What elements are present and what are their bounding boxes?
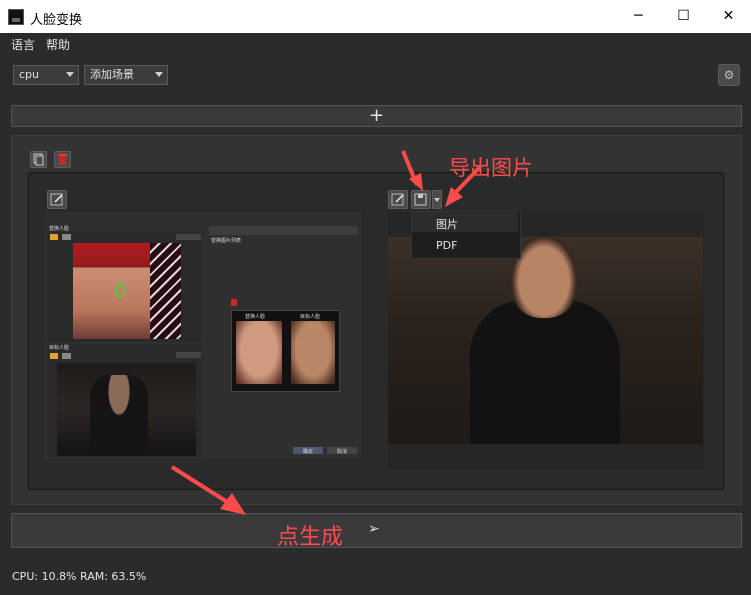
export-menu-selected (412, 212, 518, 232)
ram-usage: RAM: 63.5% (80, 570, 147, 583)
camera-icon (62, 234, 71, 240)
mini-select (176, 352, 201, 358)
mini-source-label: 替换人脸 (49, 226, 70, 232)
settings-button[interactable]: ⚙ (718, 64, 740, 86)
mini-swap-target: 目标人脸 (300, 314, 321, 320)
device-select[interactable]: cpu (13, 65, 79, 85)
face-marker-icon (115, 282, 125, 298)
result-person-body (470, 300, 620, 444)
menu-help[interactable]: 帮助 (46, 36, 70, 53)
title-bar: 人脸变换 ─ ☐ ✕ (0, 0, 751, 34)
target-person (90, 375, 148, 456)
copy-button[interactable] (30, 151, 47, 168)
mini-delete-icon (231, 299, 237, 306)
generate-arrow (170, 465, 246, 515)
camera-icon (62, 353, 71, 359)
device-select-value: cpu (19, 68, 40, 81)
delete-button[interactable] (54, 151, 71, 168)
mini-target-label: 目标人脸 (49, 345, 70, 351)
chevron-down-icon (66, 72, 74, 77)
chevron-down-icon (155, 72, 163, 77)
swap-target-face (291, 321, 335, 384)
folder-icon (50, 353, 58, 359)
source-face-background (150, 243, 181, 339)
edit-icon (50, 193, 63, 206)
add-scene-button[interactable]: + (11, 105, 742, 127)
gear-icon: ⚙ (723, 68, 735, 82)
cpu-usage: CPU: 10.8% (12, 570, 77, 583)
trash-icon (58, 154, 67, 165)
generate-annotation: 点生成 (277, 525, 344, 550)
copy-icon (33, 153, 44, 166)
mini-add-bar (209, 226, 358, 235)
app-icon (8, 9, 24, 25)
status-bar: CPU: 10.8% RAM: 63.5% (12, 570, 146, 583)
mini-ok-label: 确定 (303, 449, 314, 455)
export-pdf-item[interactable]: PDF (436, 239, 457, 252)
window-title: 人脸变换 (30, 13, 83, 28)
export-image-item[interactable]: 图片 (436, 216, 458, 232)
swap-source-face (236, 321, 282, 384)
minimize-button[interactable]: ─ (616, 0, 661, 33)
menu-language[interactable]: 语言 (11, 36, 35, 53)
mini-cancel-label: 取消 (337, 449, 348, 455)
mini-swap-source: 替换人脸 (245, 314, 266, 320)
annotation-arrows (401, 150, 482, 207)
send-icon: ➢ (368, 521, 380, 537)
folder-icon (50, 234, 58, 240)
scene-select[interactable]: 添加场景 (84, 65, 168, 85)
mini-list-label: 替换图片列表 (211, 238, 242, 244)
menu-bar: 语言 帮助 (0, 33, 751, 55)
mini-select (176, 234, 201, 240)
edit-left-button[interactable] (47, 190, 67, 209)
scene-select-value: 添加场景 (90, 68, 134, 81)
close-button[interactable]: ✕ (706, 0, 751, 33)
maximize-button[interactable]: ☐ (661, 0, 706, 33)
